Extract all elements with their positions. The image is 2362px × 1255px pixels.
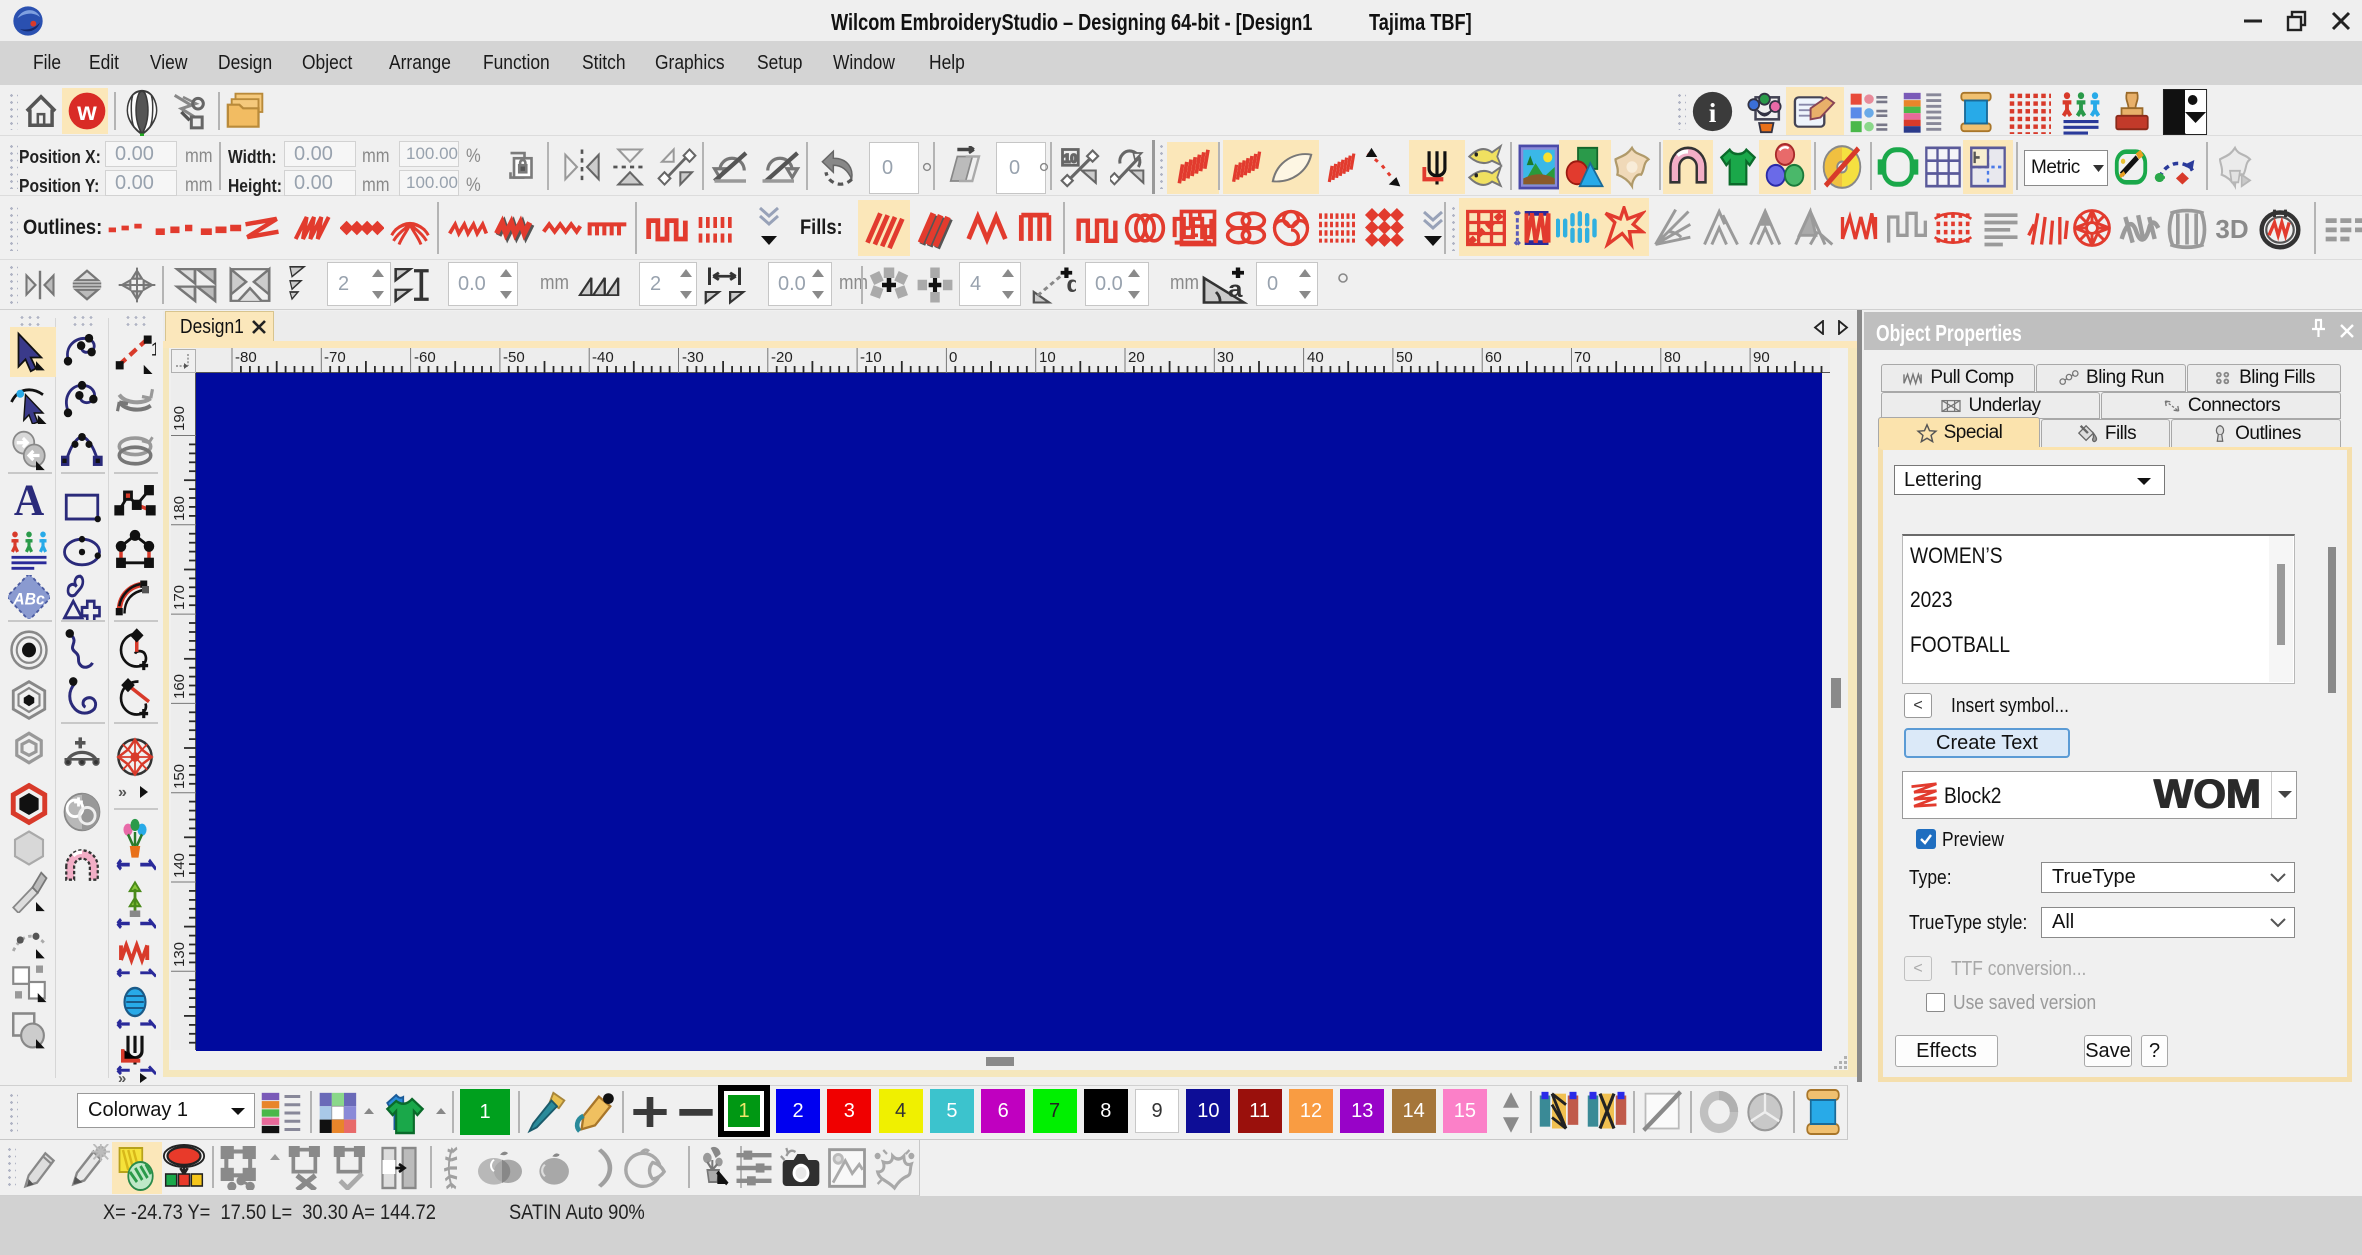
svg-text:3D: 3D	[2215, 214, 2248, 244]
svg-text:50: 50	[1396, 349, 1413, 366]
svg-text:170: 170	[171, 585, 188, 610]
svg-text:-60: -60	[414, 349, 436, 366]
svg-text:i: i	[1709, 98, 1717, 128]
svg-text:A: A	[14, 478, 44, 522]
svg-text:130: 130	[171, 942, 188, 967]
svg-text:160: 160	[171, 674, 188, 699]
svg-text:-80: -80	[235, 349, 257, 366]
svg-text:»: »	[118, 1070, 126, 1086]
svg-text:60: 60	[1485, 349, 1502, 366]
svg-text:-30: -30	[682, 349, 704, 366]
svg-text:150: 150	[171, 764, 188, 789]
svg-text:20: 20	[1128, 349, 1145, 366]
svg-text:-20: -20	[771, 349, 793, 366]
svg-text:»: »	[118, 784, 127, 801]
svg-text:ABc: ABc	[12, 590, 44, 608]
svg-text:70: 70	[1574, 349, 1591, 366]
svg-text:-50: -50	[503, 349, 525, 366]
svg-text:140: 140	[171, 853, 188, 878]
svg-text:-10: -10	[860, 349, 882, 366]
svg-text:10: 10	[1064, 152, 1078, 166]
svg-text:w: w	[76, 98, 97, 126]
svg-text:190: 190	[171, 406, 188, 431]
svg-text:1: 1	[151, 339, 156, 359]
svg-text:90: 90	[1753, 349, 1770, 366]
svg-text:a: a	[1228, 278, 1243, 303]
svg-text:30: 30	[1217, 349, 1234, 366]
svg-text:-70: -70	[324, 349, 346, 366]
svg-text:80: 80	[1664, 349, 1681, 366]
svg-text:-40: -40	[592, 349, 614, 366]
svg-text:10: 10	[1039, 349, 1056, 366]
svg-text:180: 180	[171, 496, 188, 521]
svg-text:0: 0	[949, 349, 957, 366]
svg-text:40: 40	[1307, 349, 1324, 366]
